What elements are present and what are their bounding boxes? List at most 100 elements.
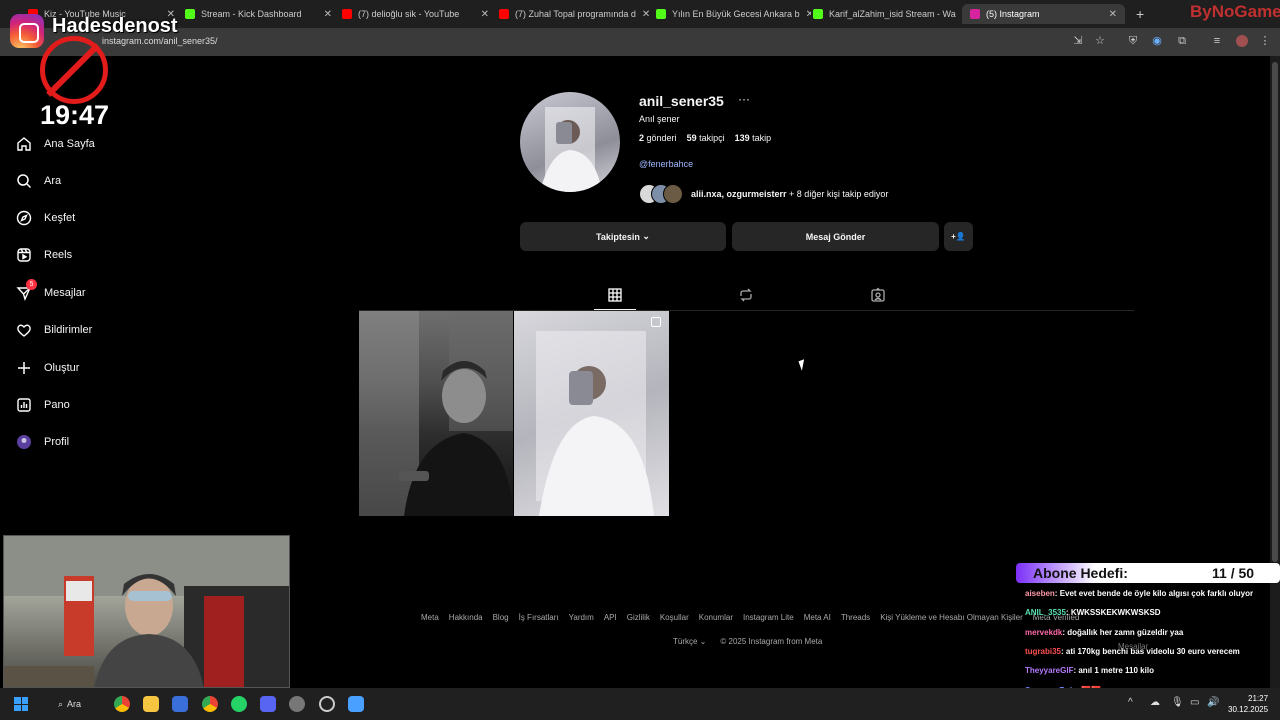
sidebar-item-home[interactable]: Ana Sayfa [16,134,95,154]
bynogame-brand: ByNoGame [1190,2,1280,21]
post-thumbnail[interactable] [514,311,669,516]
post-photo [359,311,513,516]
browser-tab[interactable]: Yılın En Büyük Gecesi Ankara b ✕ [648,4,811,24]
footer-links: Meta Hakkında Blog İş Fırsatları Yardım API Gi… [421,613,1079,622]
browser-tab[interactable]: (5) Instagram ✕ [962,4,1125,24]
extensions-puzzle-icon[interactable]: ⧉ [1176,35,1188,47]
avatar-photo [540,107,602,192]
sidebar-item-profile[interactable]: Profil [16,432,69,452]
browser-tab[interactable]: (7) Zuhal Topal programında d ✕ [491,4,654,24]
footer-link[interactable]: Threads [841,613,870,622]
system-clock[interactable]: 21:27 30.12.2025 [1228,693,1268,715]
sidebar-item-dashboard[interactable]: Pano [16,395,70,415]
browser-tab[interactable]: Stream - Kick Dashboard ✕ [177,4,340,24]
footer-link[interactable]: Instagram Lite [743,613,794,622]
footer-link[interactable]: API [604,613,617,622]
sidebar-item-reels[interactable]: Reels [16,245,72,265]
discord-icon[interactable] [260,696,276,712]
footer-link[interactable]: Konumlar [699,613,733,622]
windows-start-icon[interactable] [14,697,28,711]
settings-gear-icon[interactable] [289,696,305,712]
tab-label: (7) Zuhal Topal programında d [515,9,636,19]
tagged-icon[interactable] [870,287,886,303]
bookmark-star-icon[interactable]: ☆ [1094,35,1106,47]
tray-chevron-up-icon[interactable]: ^ [1128,697,1133,708]
following-stat[interactable]: 139 takip [735,133,772,143]
tray-app-icon[interactable]: ☁ [1150,697,1160,708]
footer-link[interactable]: Koşullar [660,613,689,622]
profile-avatar-browser-icon[interactable] [1236,35,1248,47]
followers-stat[interactable]: 59 takipçi [687,133,725,143]
messages-popup[interactable]: Mesajlar [1118,642,1148,651]
browser-menu-icon[interactable]: ⋮ [1259,35,1271,47]
microphone-icon[interactable]: 🎙 [1171,697,1184,708]
suggested-people-button[interactable]: +👤 [944,222,973,251]
sidebar-item-messages[interactable]: 5 Mesajlar [16,279,86,303]
taskbar-search[interactable]: ⌕ Ara [46,694,106,714]
chat-text: anıl 1 metre 110 kilo [1078,666,1154,676]
new-tab-button[interactable]: + [1136,6,1144,22]
footer-link[interactable]: Meta AI [804,613,831,622]
footer-link[interactable]: İş Fırsatları [519,613,559,622]
footer-link[interactable]: Gizlilik [627,613,650,622]
extension-audio-icon[interactable]: ◉ [1151,35,1163,47]
chrome-profile-icon[interactable] [202,696,218,712]
browser-tab[interactable]: (7) delioğlu sik - YouTube ✕ [334,4,497,24]
scrollbar-thumb[interactable] [1272,62,1278,562]
page-scrollbar[interactable] [1270,56,1280,688]
sidebar-item-notifications[interactable]: Bildirimler [16,320,92,340]
app2-icon[interactable] [348,696,364,712]
tab-favicon-icon [499,9,509,19]
footer-link[interactable]: Meta [421,613,439,622]
chat-username: ANIL_3535 [1025,608,1066,618]
whatsapp-icon[interactable] [231,696,247,712]
chat-text: KWKSSKEKWKWSKSD [1070,608,1161,618]
sidebar-item-label: Bildirimler [44,324,93,336]
plus-icon [18,362,30,374]
dashboard-icon [17,398,31,412]
footer-link[interactable]: Yardım [569,613,594,622]
webcam-feed [4,536,289,687]
media-controls-icon[interactable]: ≡ [1211,35,1223,47]
send-message-button[interactable]: Mesaj Gönder [732,222,939,251]
network-icon[interactable]: ▭ [1190,697,1199,708]
obs-icon[interactable] [319,696,335,712]
messages-badge: 5 [26,279,37,290]
volume-icon[interactable]: 🔊 [1207,697,1219,708]
sidebar-item-search[interactable]: Ara [16,171,61,191]
sidebar-item-explore[interactable]: Keşfet [16,208,75,228]
sidebar-item-label: Keşfet [44,212,76,224]
file-explorer-icon[interactable] [143,696,159,712]
post-thumbnail[interactable] [359,311,513,516]
followed-by[interactable]: alii.nxa, ozgurmeisterr + 8 diğer kişi t… [639,183,888,205]
grid-icon[interactable] [607,287,623,303]
shield-icon[interactable]: ⛨ [1127,35,1139,47]
chrome-icon[interactable] [114,696,130,712]
footer-link[interactable]: Kişi Yükleme ve Hesabı Olmayan Kişiler [880,613,1023,622]
subscriber-goal-count: 11 / 50 [1212,565,1255,581]
following-button[interactable]: Takiptesin ⌄ [520,222,726,251]
profile-full-name: Anıl şener [639,114,680,124]
tab-close-icon[interactable]: ✕ [1109,9,1117,20]
footer-link[interactable]: Hakkında [449,613,483,622]
app-icon[interactable] [172,696,188,712]
chat-text: doğallık her zamn güzeldir yaa [1067,627,1184,637]
repost-icon[interactable] [738,287,754,303]
install-app-icon[interactable]: ⇲ [1072,35,1084,47]
more-options-icon[interactable]: ··· [738,92,750,106]
followed-by-avatars [639,184,683,204]
footer-link[interactable]: Blog [493,613,509,622]
profile-avatar[interactable] [520,92,620,192]
tab-close-icon[interactable]: ✕ [324,9,332,20]
sidebar-item-label: Profil [44,436,70,448]
compass-icon [16,210,32,226]
footer-bottom: Türkçe ⌄ © 2025 Instagram from Meta [673,637,822,646]
copyright: © 2025 Instagram from Meta [720,637,823,646]
sidebar-item-create[interactable]: Oluştur [16,358,79,378]
bio-mention-link[interactable]: @fenerbahce [639,159,693,169]
language-selector[interactable]: Türkçe ⌄ [673,637,706,646]
followed-by-text: alii.nxa, ozgurmeisterr + 8 diğer kişi t… [691,189,889,199]
browser-tab[interactable]: Karif_alZahim_isid Stream - Wa✕ [805,4,968,24]
chat-username: mervekdk [1025,627,1063,637]
tab-close-icon[interactable]: ✕ [481,9,489,20]
